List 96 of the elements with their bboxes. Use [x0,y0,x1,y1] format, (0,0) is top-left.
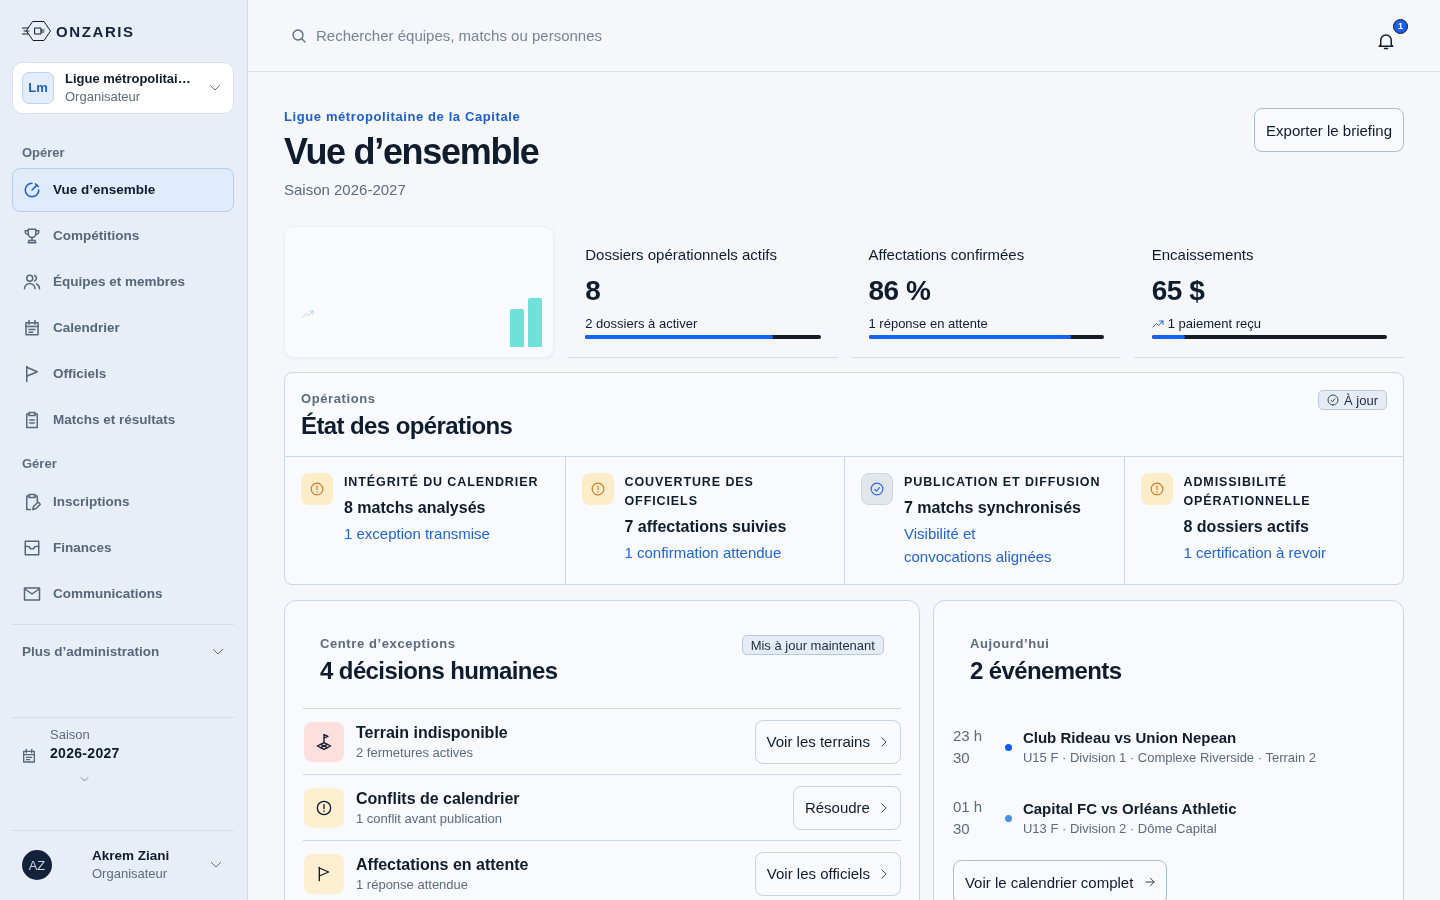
action-button[interactable]: Voir les terrains [754,719,901,764]
event-detail: U13 F · Division 2 · Dôme Capital [1022,820,1218,838]
status-category: ADMISSIBILITÉ OPÉRATIONNELLE [1183,473,1312,510]
nav-item[interactable]: Officiels [12,351,234,396]
chart-bar [510,309,525,347]
alert-icon [301,473,333,505]
event-time: 23 h 30 [952,726,984,768]
brand-name: ONZARIS [56,22,135,40]
nav-item[interactable]: Compétitions [12,213,234,258]
alert-icon [304,787,344,828]
status-link[interactable]: 1 certification à revoir [1183,541,1327,564]
exception-title: Affectations en attente [356,854,530,875]
trophy-icon [23,226,41,245]
status-link[interactable]: 1 exception transmise [344,522,490,545]
kpi-value: 86 % [868,274,932,308]
page-title: Vue d’ensemble [284,130,539,174]
arrow-right-icon [1145,877,1156,887]
nav-item[interactable]: Communications [12,571,234,616]
exception-title: Conflits de calendrier [356,788,521,809]
card-overline: Centre d’exceptions [320,635,457,653]
status-summary: 8 dossiers actifs [1183,517,1309,537]
section-heading: Opérer [22,143,66,162]
user-menu[interactable]: AZ Akrem Ziani Organisateur [12,830,234,900]
action-button[interactable]: Voir les officiels [754,851,901,896]
card-overline: Aujourd’hui [969,635,1051,653]
season-selector[interactable]: Saison 2026-2027 [12,718,234,822]
status-link[interactable]: Visibilité et convocations alignées [904,522,1064,568]
gauge-icon [23,180,41,199]
card-title: 4 décisions humaines [320,656,558,686]
kpi-value: 8 [585,274,602,308]
chevron-right-icon [878,868,889,879]
flag-icon [23,364,41,383]
section-heading: Gérer [22,454,58,473]
field-flag-icon [304,721,344,762]
search-field[interactable]: Rechercher équipes, matchs ou personnes [316,27,736,44]
nav-item[interactable]: Finances [12,525,234,570]
kpi-note: 1 réponse en attente [868,315,988,333]
status-category: INTÉGRITÉ DU CALENDRIER [344,473,539,491]
status-summary: 7 matchs synchronisés [904,498,1081,518]
exception-detail: 1 réponse attendue [356,875,470,894]
kpi-note: 2 dossiers à activer [585,315,698,333]
kpi-value: 65 $ [1151,274,1206,308]
logo-icon [22,20,52,42]
mail-icon [23,584,41,603]
calendar-icon [21,748,37,765]
status-category: COUVERTURE DES OFFICIELS [624,474,755,510]
nav-item[interactable]: Matchs et résultats [12,397,234,442]
action-button[interactable]: Résoudre [792,785,901,830]
nav-item[interactable]: Vue d’ensemble [12,167,234,212]
calendar-button[interactable]: Voir le calendrier complet [952,860,1168,900]
user-avatar: AZ [22,850,52,881]
kpi-label: Encaissements [1151,246,1255,264]
export-button[interactable]: Exporter le briefing [1254,108,1404,152]
kpi-label: Affectations confirmées [868,246,1026,264]
exception-title: Terrain indisponible [356,722,509,743]
users-icon [23,272,41,291]
nav-item[interactable]: Équipes et membres [12,259,234,304]
status-link[interactable]: 1 confirmation attendue [624,541,782,564]
chevron-right-icon [878,736,889,747]
status-category: PUBLICATION ET DIFFUSION [904,474,1101,491]
event-time: 01 h 30 [952,797,984,839]
clipboard-pen-icon [23,492,41,511]
status-summary: 8 matchs analysés [344,498,486,518]
nav-item[interactable]: Calendrier [12,305,234,350]
kpi-label: Dossiers opérationnels actifs [585,246,778,264]
alert-icon [581,473,614,505]
update-badge: Mis à jour maintenant [741,635,884,655]
panel-title: État des opérations [301,411,513,441]
card-title: 2 événements [969,656,1122,686]
organization-avatar: Lm [22,71,54,104]
more-administration-toggle[interactable]: Plus d’administration [12,630,234,674]
trend-icon [302,308,314,320]
panel-overline: Opérations [301,390,377,408]
page-subtitle: Saison 2026-2027 [284,180,407,200]
chevron-right-icon [878,802,889,813]
exception-detail: 2 fermetures actives [356,743,475,762]
exception-detail: 1 conflit avant publication [356,809,503,828]
notifications-button[interactable]: 1 [1376,18,1408,51]
alert-icon [1140,473,1173,505]
flag-icon [304,853,344,894]
event-title: Capital FC vs Orléans Athletic [1022,799,1237,819]
clipboard-icon [23,410,41,429]
calendar-icon [23,318,41,337]
chart-bar [528,298,543,347]
kpi-note: 1 paiement reçu [1167,315,1261,333]
event-title: Club Rideau vs Union Nepean [1022,728,1238,748]
page-overline: Ligue métropolitaine de la Capitale [284,108,522,126]
organization-switcher[interactable]: Lm Ligue métropolitai… Organisateur [12,62,234,114]
notification-badge: 1 [1393,18,1408,34]
nav-item[interactable]: Inscriptions [12,479,234,524]
search-icon [291,27,307,44]
status-label: À jour [1344,392,1378,408]
status-summary: 7 affectations suivies [624,517,787,537]
bell-icon [1377,31,1395,50]
tray-icon [23,538,41,557]
event-detail: U15 F · Division 1 · Complexe Riverside · Terrain 2 [1022,749,1316,767]
